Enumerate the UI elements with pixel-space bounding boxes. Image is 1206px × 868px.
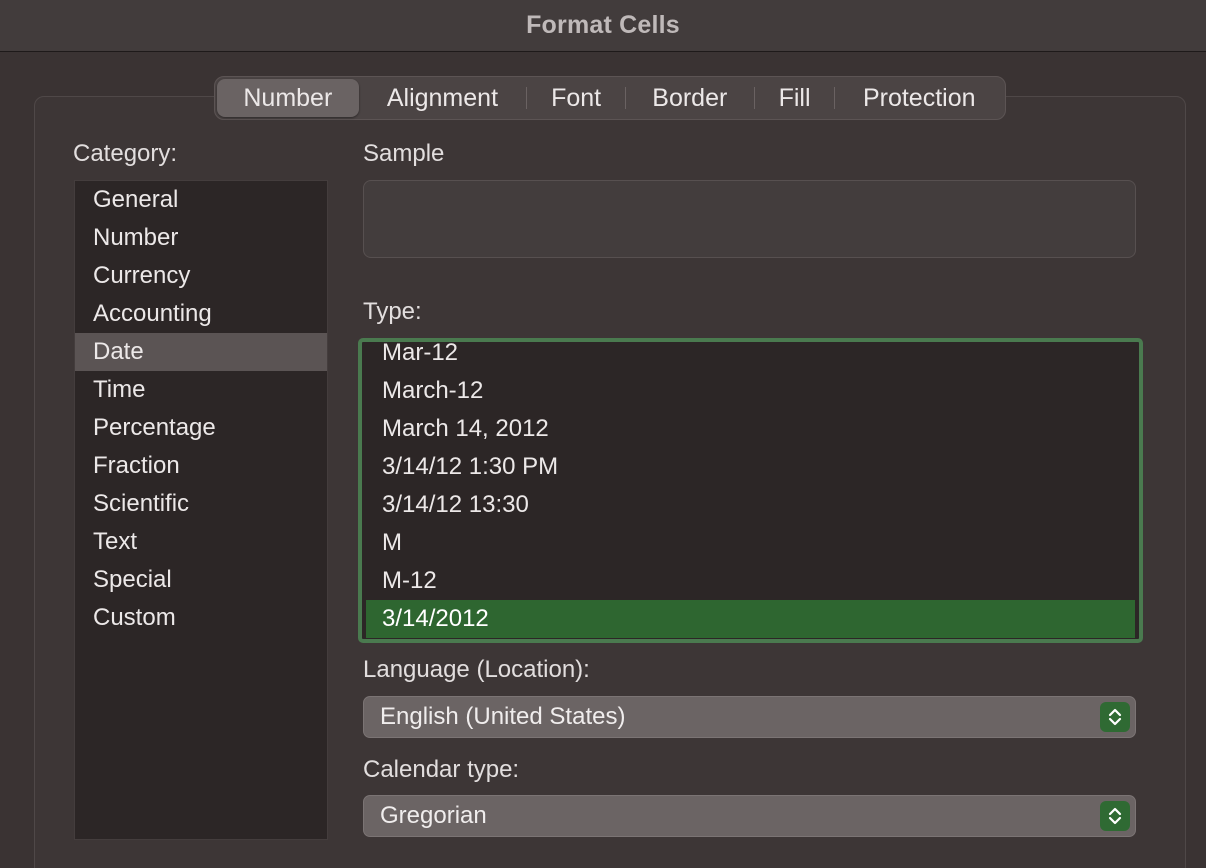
language-select[interactable]: English (United States)	[363, 696, 1136, 738]
category-item-percentage[interactable]: Percentage	[75, 409, 327, 447]
type-item[interactable]: M	[366, 524, 1135, 562]
category-item-text[interactable]: Text	[75, 523, 327, 561]
category-item-fraction[interactable]: Fraction	[75, 447, 327, 485]
category-item-general[interactable]: General	[75, 181, 327, 219]
tab-bar: Number Alignment Font Border Fill Protec…	[214, 76, 1006, 120]
tab-protection[interactable]: Protection	[835, 79, 1003, 117]
tab-label: Protection	[862, 83, 976, 112]
category-item-time[interactable]: Time	[75, 371, 327, 409]
tab-label: Number	[243, 83, 333, 112]
window-title: Format Cells	[526, 11, 680, 39]
calendar-label: Calendar type:	[363, 756, 520, 783]
tab-border[interactable]: Border	[626, 79, 754, 117]
tab-alignment[interactable]: Alignment	[359, 79, 527, 117]
category-item-scientific[interactable]: Scientific	[75, 485, 327, 523]
tab-font[interactable]: Font	[527, 79, 625, 117]
language-label: Language (Location):	[363, 656, 590, 683]
tab-fill[interactable]: Fill	[755, 79, 835, 117]
type-item[interactable]: March 14, 2012	[366, 410, 1135, 448]
type-item-selected[interactable]: 3/14/2012	[366, 600, 1135, 638]
sample-label: Sample	[363, 140, 445, 167]
category-label: Category:	[73, 140, 178, 167]
calendar-value: Gregorian	[380, 802, 487, 829]
type-item[interactable]: 3/14/12 1:30 PM	[366, 448, 1135, 486]
tab-label: Alignment	[386, 83, 499, 112]
category-item-currency[interactable]: Currency	[75, 257, 327, 295]
category-item-date[interactable]: Date	[75, 333, 327, 371]
category-item-number[interactable]: Number	[75, 219, 327, 257]
tab-label: Font	[551, 83, 602, 112]
chevron-up-down-icon[interactable]	[1100, 801, 1130, 831]
tab-number[interactable]: Number	[217, 79, 359, 117]
category-item-accounting[interactable]: Accounting	[75, 295, 327, 333]
language-value: English (United States)	[380, 703, 626, 730]
tab-label: Border	[652, 83, 728, 112]
type-item[interactable]: March-12	[366, 372, 1135, 410]
sample-preview	[363, 180, 1136, 258]
calendar-select[interactable]: Gregorian	[363, 795, 1136, 837]
type-item[interactable]: Mar-12	[366, 342, 1135, 372]
chevron-up-down-icon[interactable]	[1100, 702, 1130, 732]
tab-label: Fill	[778, 83, 811, 112]
category-list[interactable]: General Number Currency Accounting Date …	[74, 180, 328, 840]
title-bar: Format Cells	[0, 0, 1206, 52]
category-item-special[interactable]: Special	[75, 561, 327, 599]
category-item-custom[interactable]: Custom	[75, 599, 327, 637]
type-item[interactable]: 3/14/12 13:30	[366, 486, 1135, 524]
type-label: Type:	[363, 298, 422, 325]
type-list[interactable]: Mar-12 March-12 March 14, 2012 3/14/12 1…	[358, 338, 1143, 643]
type-item[interactable]: M-12	[366, 562, 1135, 600]
